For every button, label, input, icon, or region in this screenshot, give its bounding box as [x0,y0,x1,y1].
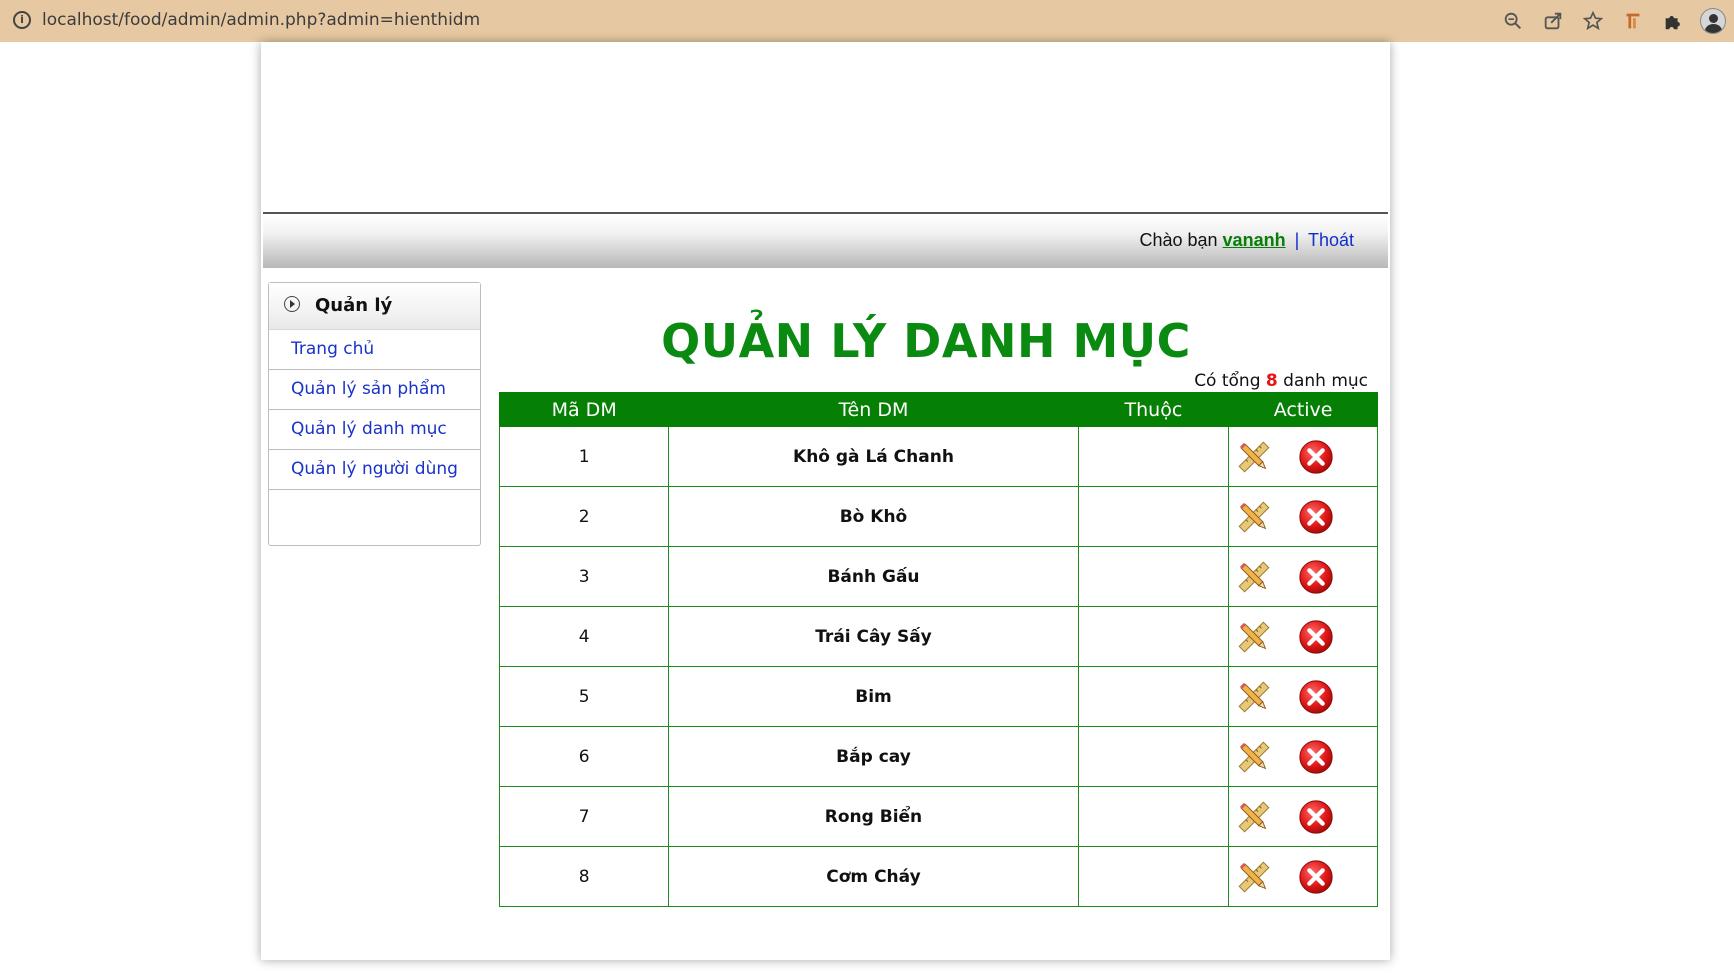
edit-pencil-ruler-icon[interactable] [1235,498,1273,536]
delete-x-icon[interactable] [1297,798,1335,836]
cell-actions [1228,486,1378,547]
browser-toolbar: i localhost/food/admin/admin.php?admin=h… [0,0,1734,42]
table-row: 1 Khô gà Lá Chanh [498,426,1378,487]
edit-pencil-ruler-icon[interactable] [1235,858,1273,896]
category-table: Mã DM Tên DM Thuộc Active 1 Khô gà Lá Ch… [498,392,1378,907]
address-bar[interactable]: localhost/food/admin/admin.php?admin=hie… [42,10,480,30]
sidebar-item-label[interactable]: Quản lý sản phẩm [291,379,446,399]
table-row: 8 Cơm Cháy [498,846,1378,907]
cell-id: 6 [498,726,670,787]
header-banner [263,42,1388,214]
profile-avatar[interactable] [1700,8,1726,34]
header-name: Tên DM [668,392,1079,427]
delete-x-icon[interactable] [1297,498,1335,536]
count-suffix: danh mục [1283,371,1368,391]
edit-pencil-ruler-icon[interactable] [1235,618,1273,656]
cell-actions [1228,666,1378,727]
delete-x-icon[interactable] [1297,858,1335,896]
header-id: Mã DM [498,392,670,427]
sidebar-item-categories[interactable]: Quản lý danh mục [269,410,480,450]
cell-parent [1077,726,1230,787]
table-row: 7 Rong Biển [498,786,1378,847]
sidebar-header: Quản lý [269,283,480,330]
cell-name: Bánh Gấu [668,546,1079,607]
edit-pencil-ruler-icon[interactable] [1235,438,1273,476]
cell-id: 2 [498,486,670,547]
category-count: Có tổng 8 danh mục [1194,371,1368,391]
cell-actions [1228,846,1378,907]
delete-x-icon[interactable] [1297,618,1335,656]
sidebar-item-label[interactable]: Trang chủ [291,339,374,359]
cell-id: 4 [498,606,670,667]
cell-id: 7 [498,786,670,847]
cell-actions [1228,606,1378,667]
cell-actions [1228,546,1378,607]
cell-parent [1077,606,1230,667]
bookmark-star-icon[interactable] [1580,8,1606,34]
extension-tool-icon[interactable] [1620,8,1646,34]
delete-x-icon[interactable] [1297,438,1335,476]
cell-name: Trái Cây Sấy [668,606,1079,667]
sidebar-item-products[interactable]: Quản lý sản phẩm [269,370,480,410]
play-circle-icon [284,296,300,312]
sidebar-item-users[interactable]: Quản lý người dùng [269,450,480,490]
cell-name: Cơm Cháy [668,846,1079,907]
table-row: 4 Trái Cây Sấy [498,606,1378,667]
cell-id: 1 [498,426,670,487]
count-value: 8 [1265,371,1278,391]
cell-name: Khô gà Lá Chanh [668,426,1079,487]
cell-id: 5 [498,666,670,727]
header-active: Active [1228,392,1378,427]
cell-name: Bắp cay [668,726,1079,787]
page-title: QUẢN LÝ DANH MỤC [661,314,1191,368]
user-greeting: Chào bạn vananh | Thoát [1139,230,1354,251]
username-link[interactable]: vananh [1223,230,1286,250]
delete-x-icon[interactable] [1297,678,1335,716]
sidebar-title: Quản lý [315,295,393,316]
delete-x-icon[interactable] [1297,558,1335,596]
site-info-icon[interactable]: i [13,11,31,29]
cell-actions [1228,786,1378,847]
table-row: 6 Bắp cay [498,726,1378,787]
cell-actions [1228,726,1378,787]
sidebar-item-label[interactable]: Quản lý người dùng [291,459,458,479]
browser-actions [1500,8,1726,34]
greeting-label: Chào bạn [1139,230,1218,250]
cell-name: Bim [668,666,1079,727]
delete-x-icon[interactable] [1297,738,1335,776]
user-bar: Chào bạn vananh | Thoát [263,214,1388,268]
cell-name: Rong Biển [668,786,1079,847]
share-icon[interactable] [1540,8,1566,34]
header-parent: Thuộc [1077,392,1230,427]
logout-link[interactable]: Thoát [1308,230,1354,250]
edit-pencil-ruler-icon[interactable] [1235,678,1273,716]
cell-parent [1077,786,1230,847]
edit-pencil-ruler-icon[interactable] [1235,798,1273,836]
cell-parent [1077,546,1230,607]
edit-pencil-ruler-icon[interactable] [1235,738,1273,776]
cell-parent [1077,846,1230,907]
cell-parent [1077,666,1230,727]
extensions-puzzle-icon[interactable] [1660,8,1686,34]
count-prefix: Có tổng [1194,371,1261,391]
cell-parent [1077,486,1230,547]
page-container: Chào bạn vananh | Thoát Quản lý Trang ch… [261,42,1390,960]
cell-id: 8 [498,846,670,907]
sidebar-item-label[interactable]: Quản lý danh mục [291,419,447,439]
cell-actions [1228,426,1378,487]
sidebar-item-home[interactable]: Trang chủ [269,330,480,370]
table-row: 2 Bò Khô [498,486,1378,547]
table-header-row: Mã DM Tên DM Thuộc Active [498,392,1378,427]
zoom-icon[interactable] [1500,8,1526,34]
table-row: 5 Bim [498,666,1378,727]
sidebar: Quản lý Trang chủ Quản lý sản phẩm Quản … [268,282,481,546]
cell-parent [1077,426,1230,487]
cell-id: 3 [498,546,670,607]
separator: | [1294,230,1300,250]
cell-name: Bò Khô [668,486,1079,547]
table-row: 3 Bánh Gấu [498,546,1378,607]
edit-pencil-ruler-icon[interactable] [1235,558,1273,596]
